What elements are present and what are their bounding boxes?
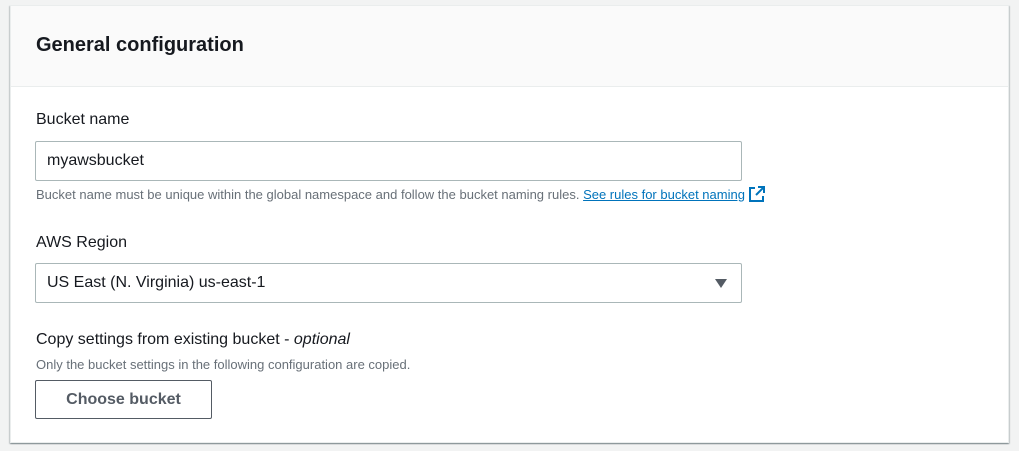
bucket-name-input[interactable] [35,141,742,181]
bucket-name-hint-text: Bucket name must be unique within the gl… [36,187,580,202]
copy-settings-label-text: Copy settings from existing bucket - [36,331,294,348]
copy-settings-hint: Only the bucket settings in the followin… [36,357,411,372]
choose-bucket-button[interactable]: Choose bucket [35,380,212,419]
aws-region-selected-value: US East (N. Virginia) us-east-1 [47,274,266,291]
caret-down-icon [715,279,727,288]
panel-header: General configuration [11,6,1008,87]
copy-settings-label: Copy settings from existing bucket - opt… [36,330,350,350]
bucket-naming-rules-link-text: See rules for bucket naming [583,187,745,202]
bucket-naming-rules-link[interactable]: See rules for bucket naming [583,187,745,202]
external-link-icon[interactable] [748,186,765,207]
panel-title: General configuration [36,34,244,56]
aws-region-label: AWS Region [36,234,127,251]
aws-region-select[interactable]: US East (N. Virginia) us-east-1 [35,263,742,303]
bucket-name-hint: Bucket name must be unique within the gl… [36,186,765,207]
optional-tag: optional [293,331,350,348]
bucket-name-label: Bucket name [36,111,130,128]
general-configuration-panel: General configuration Bucket name Bucket… [10,5,1009,443]
